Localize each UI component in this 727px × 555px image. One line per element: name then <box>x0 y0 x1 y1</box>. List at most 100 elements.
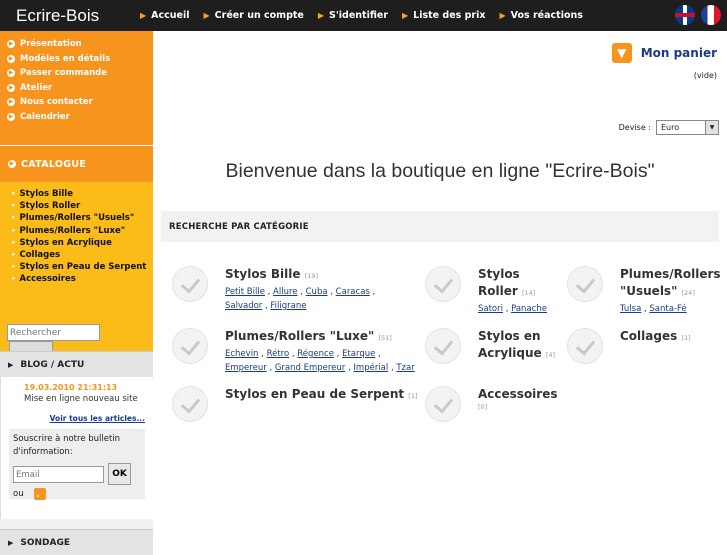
menu-item-modeles[interactable]: ▶ Modèles en détails <box>7 52 153 67</box>
sub-link[interactable]: Rétro <box>267 349 290 359</box>
menu-item-contact[interactable]: ▶ Nous contacter <box>7 95 153 110</box>
dot-icon: • <box>11 238 16 247</box>
check-icon <box>172 386 208 422</box>
subcategory-links: Echevin , Rétro , Régence , Etarque , Em… <box>225 349 415 373</box>
category-plumes-luxe: Plumes/Rollers "Luxe" [51] Echevin , Rét… <box>172 328 415 375</box>
site-logo[interactable]: Ecrire-Bois <box>0 6 140 26</box>
subcategory-links: Satori , Panache <box>478 304 547 314</box>
category-title[interactable]: Accessoires <box>478 386 558 403</box>
category-title[interactable]: Stylos Roller [14] <box>478 266 547 302</box>
sub-link[interactable]: Tzar <box>396 363 414 373</box>
chevron-down-icon: ▼ <box>705 121 718 134</box>
nav-creer-compte[interactable]: ▶ Créer un compte <box>204 10 304 21</box>
catalogue-item[interactable]: • Stylos en Acrylique <box>11 237 153 249</box>
nav-accueil[interactable]: ▶ Accueil <box>140 10 190 21</box>
sub-link[interactable]: Impérial <box>353 363 388 373</box>
blog-header[interactable]: ▶ BLOG / ACTU <box>0 351 153 377</box>
check-icon <box>425 328 461 364</box>
email-field[interactable] <box>13 466 104 483</box>
category-stylos-bille: Stylos Bille [19] Petit Bille , Allure ,… <box>172 266 375 313</box>
catalogue-item[interactable]: • Accessoires <box>11 273 153 285</box>
sub-link[interactable]: Tulsa <box>620 304 641 314</box>
sidebar: ▶ Présentation ▶ Modèles en détails ▶ Passe… <box>0 31 153 555</box>
catalogue-list: • Stylos Bille • Stylos Roller • Plumes/Rol… <box>0 182 153 321</box>
sub-link[interactable]: Filigrane <box>270 301 306 311</box>
sub-link[interactable]: Régence <box>297 349 334 359</box>
check-icon <box>172 328 208 364</box>
sub-link[interactable]: Petit Bille <box>225 287 265 297</box>
arrow-icon: ▶ <box>140 11 147 20</box>
sub-link[interactable]: Etarque <box>342 349 375 359</box>
cart-icon[interactable]: ▼ <box>611 43 632 63</box>
bullet-icon: ▶ <box>8 160 16 168</box>
menu-item-presentation[interactable]: ▶ Présentation <box>7 37 153 52</box>
uk-flag-icon[interactable] <box>675 5 695 25</box>
category-acrylique: Stylos en Acrylique [4] <box>425 328 555 364</box>
search-button[interactable] <box>9 341 53 351</box>
nav-reactions[interactable]: ▶ Vos réactions <box>500 10 583 21</box>
catalogue-item[interactable]: • Plumes/Rollers "Usuels" <box>11 212 153 224</box>
dot-icon: • <box>11 190 16 199</box>
catalogue-item[interactable]: • Stylos en Peau de Serpent <box>11 261 153 273</box>
top-bar: Ecrire-Bois ▶ Accueil ▶ Créer un compte ▶ S… <box>0 0 727 31</box>
sub-link[interactable]: Santa-Fé <box>649 304 686 314</box>
search-input[interactable] <box>7 324 100 341</box>
category-title[interactable]: Plumes/Rollers "Luxe" [51] <box>225 328 415 347</box>
newsletter-text: Souscrire à notre bulletin d'information… <box>13 434 121 457</box>
bullet-icon: ▶ <box>7 54 15 63</box>
cart-row: ▼ Mon panier <box>611 43 717 63</box>
catalogue-item[interactable]: • Stylos Bille <box>11 188 153 200</box>
sondage-header[interactable]: ▶ SONDAGE <box>0 529 153 555</box>
check-icon <box>567 328 603 364</box>
cart-title[interactable]: Mon panier <box>641 46 717 60</box>
check-icon <box>425 386 461 422</box>
bullet-icon: ▶ <box>7 98 15 107</box>
sub-link[interactable]: Satori <box>478 304 503 314</box>
bullet-icon: ▶ <box>7 69 15 78</box>
sub-link[interactable]: Panache <box>511 304 547 314</box>
category-stylos-roller: Stylos Roller [14] Satori , Panache <box>425 266 547 316</box>
currency-select[interactable]: Euro ▼ <box>656 120 719 135</box>
dot-icon: • <box>11 275 16 284</box>
sub-link[interactable]: Salvador <box>225 301 262 311</box>
blog-date: 19.03.2010 21:31:13 <box>24 383 118 392</box>
nav-identifier[interactable]: ▶ S'identifier <box>318 10 388 21</box>
category-accessoires: Accessoires [0] <box>425 386 558 422</box>
sub-link[interactable]: Allure <box>273 287 297 297</box>
menu-item-commande[interactable]: ▶ Passer commande <box>7 66 153 81</box>
category-title[interactable]: Stylos Bille [19] <box>225 266 375 285</box>
fr-flag-icon[interactable] <box>701 5 721 25</box>
catalogue-item[interactable]: • Plumes/Rollers "Luxe" <box>11 225 153 237</box>
category-search-header: RECHERCHE PAR CATÉGORIE <box>161 211 719 242</box>
dot-icon: • <box>11 214 16 223</box>
category-title[interactable]: Collages [1] <box>620 328 691 347</box>
main-content: ▼ Mon panier (vide) Devise : Euro ▼ Bienv… <box>153 31 727 545</box>
sub-link[interactable]: Grand Empereur <box>275 363 345 373</box>
catalogue-item[interactable]: • Collages <box>11 249 153 261</box>
sub-link[interactable]: Empereur <box>225 363 267 373</box>
category-title[interactable]: Stylos en Peau de Serpent [1] <box>225 386 418 405</box>
currency-selector: Devise : Euro ▼ <box>619 120 719 135</box>
newsletter-box: Souscrire à notre bulletin d'information… <box>9 429 145 500</box>
catalogue-item[interactable]: • Stylos Roller <box>11 200 153 212</box>
top-nav: ▶ Accueil ▶ Créer un compte ▶ S'identifier … <box>140 10 597 21</box>
blog-body: 19.03.2010 21:31:13 Mise en ligne nouvea… <box>0 377 153 519</box>
sub-link[interactable]: Cuba <box>306 287 328 297</box>
category-peau-serpent: Stylos en Peau de Serpent [1] <box>172 386 418 422</box>
rss-icon[interactable] <box>33 488 46 500</box>
nav-liste-prix[interactable]: ▶ Liste des prix <box>402 10 486 21</box>
bullet-icon: ▶ <box>7 40 15 49</box>
sub-link[interactable]: Echevin <box>225 349 258 359</box>
category-count: [0] <box>478 403 488 411</box>
menu-item-calendrier[interactable]: ▶ Calendrier <box>7 110 153 125</box>
menu-item-atelier[interactable]: ▶ Atelier <box>7 81 153 96</box>
category-title[interactable]: Plumes/Rollers "Usuels" [24] <box>620 266 721 302</box>
category-title[interactable]: Stylos en Acrylique [4] <box>478 328 555 364</box>
dot-icon: • <box>11 263 16 272</box>
cart: ▼ Mon panier (vide) <box>611 43 717 80</box>
blog-more-link[interactable]: Voir tous les articles... <box>9 414 145 423</box>
ok-button[interactable]: OK <box>108 463 131 485</box>
category-collages: Collages [1] <box>567 328 691 364</box>
bullet-icon: ▶ <box>7 112 15 121</box>
sub-link[interactable]: Caracas <box>336 287 370 297</box>
